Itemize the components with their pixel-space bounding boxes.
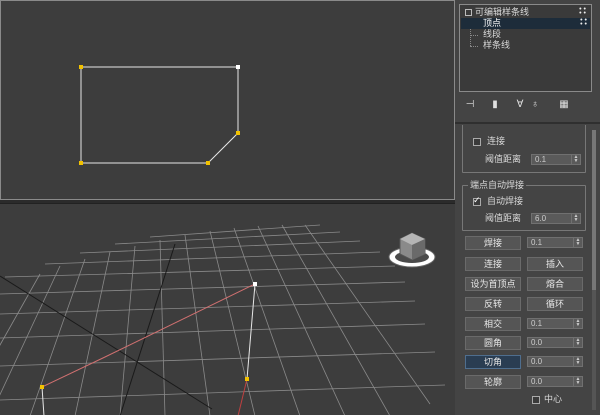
end-point-auto-weld-group: 端点自动焊接 自动焊接 阈值距离 6.0 ▲▼ bbox=[462, 180, 586, 231]
stack-subobject-spline[interactable]: 样条线 bbox=[461, 40, 590, 51]
vertex-handle-selected[interactable] bbox=[236, 65, 240, 69]
spinner-value: 0.0 bbox=[531, 338, 543, 347]
cross-insert-spinner[interactable]: 0.1 ▲ ▼ bbox=[527, 318, 583, 329]
spinner-arrows-icon[interactable]: ▲ ▼ bbox=[571, 214, 580, 223]
stack-subobject-vertex[interactable]: 顶点 • • • • bbox=[461, 17, 590, 29]
threshold-label: 阈值距离 bbox=[485, 213, 522, 223]
vertex-handle[interactable] bbox=[79, 161, 83, 165]
vertex-handle[interactable] bbox=[40, 385, 44, 389]
stack-item-label: 可编辑样条线 bbox=[475, 7, 530, 17]
fillet-spinner[interactable]: 0.0 ▲ ▼ bbox=[527, 337, 583, 348]
spinner-arrows-icon[interactable]: ▲ ▼ bbox=[573, 238, 582, 247]
auto-weld-checkbox[interactable] bbox=[473, 195, 481, 206]
stack-item-label: 顶点 bbox=[483, 18, 502, 28]
group-title: 端点自动焊接 bbox=[468, 180, 527, 190]
auto-weld-threshold-spinner[interactable]: 6.0 ▲ ▼ bbox=[531, 213, 581, 224]
remove-modifier-icon[interactable]: ♁ bbox=[529, 98, 541, 112]
top-viewport-canvas[interactable] bbox=[1, 1, 454, 199]
stack-item-label: 样条线 bbox=[483, 40, 511, 50]
configure-modifier-sets-icon[interactable]: ▦ bbox=[557, 98, 571, 112]
panel-divider bbox=[455, 122, 600, 124]
scrollbar-thumb[interactable] bbox=[592, 130, 596, 290]
cycle-button[interactable]: 循环 bbox=[527, 297, 583, 311]
stack-subobject-segment[interactable]: 线段 bbox=[461, 29, 590, 40]
stack-item-editable-spline[interactable]: 可编辑样条线 • • • • bbox=[462, 6, 589, 18]
home-grid bbox=[0, 224, 446, 415]
spinner-value: 0.0 bbox=[531, 377, 543, 386]
fuse-button[interactable]: 熔合 bbox=[527, 277, 583, 291]
chamfer-spinner[interactable]: 0.0 ▲ ▼ bbox=[527, 356, 583, 367]
vertex-handle-selected[interactable] bbox=[253, 282, 257, 286]
outline-button[interactable]: 轮廓 bbox=[465, 375, 521, 389]
spinner-arrows-icon[interactable]: ▲ ▼ bbox=[573, 377, 582, 386]
command-panel: 可编辑样条线 • • • • 顶点 • • • • 线段 样条线 ⊣ ▮ ∀ ♁ ▦ bbox=[455, 0, 600, 415]
spinner-value: 0.1 bbox=[535, 155, 547, 164]
show-end-result-icon[interactable]: ▮ bbox=[489, 98, 501, 112]
stack-item-label: 线段 bbox=[483, 29, 502, 39]
corner-dots-icon: • • • • bbox=[579, 6, 586, 17]
connect-threshold-spinner[interactable]: 0.1 ▲ ▼ bbox=[531, 154, 581, 165]
connect-checkbox-label: 连接 bbox=[487, 136, 506, 146]
spinner-value: 0.0 bbox=[531, 357, 543, 366]
spinner-arrows-icon[interactable]: ▲ ▼ bbox=[573, 319, 582, 328]
modifier-stack-list[interactable]: 可编辑样条线 • • • • 顶点 • • • • 线段 样条线 bbox=[459, 4, 592, 92]
vertex-handle[interactable] bbox=[236, 131, 240, 135]
auto-weld-checkbox-label: 自动焊接 bbox=[487, 196, 524, 206]
collapse-icon[interactable] bbox=[465, 9, 472, 16]
insert-button[interactable]: 插入 bbox=[527, 257, 583, 271]
spinner-value: 0.1 bbox=[531, 238, 543, 247]
connect-button[interactable]: 连接 bbox=[465, 257, 521, 271]
center-checkbox[interactable] bbox=[532, 396, 540, 404]
vertex-handle[interactable] bbox=[206, 161, 210, 165]
weld-button[interactable]: 焊接 bbox=[465, 236, 521, 250]
connect-copy-group: 连接 阈值距离 0.1 ▲ ▼ bbox=[462, 125, 586, 173]
make-first-button[interactable]: 设为首顶点 bbox=[465, 277, 521, 291]
vertex-handle[interactable] bbox=[79, 65, 83, 69]
outline-spinner[interactable]: 0.0 ▲ ▼ bbox=[527, 376, 583, 387]
modifier-stack-toolbar: ⊣ ▮ ∀ ♁ ▦ bbox=[461, 98, 593, 114]
spinner-arrows-icon[interactable]: ▲ ▼ bbox=[573, 338, 582, 347]
app-window: 可编辑样条线 • • • • 顶点 • • • • 线段 样条线 ⊣ ▮ ∀ ♁ ▦ bbox=[0, 0, 600, 415]
connect-checkbox[interactable] bbox=[473, 138, 481, 146]
spline-shape[interactable] bbox=[80, 66, 239, 164]
threshold-label: 阈值距离 bbox=[485, 154, 522, 164]
weld-threshold-spinner[interactable]: 0.1 ▲ ▼ bbox=[527, 237, 583, 248]
vertex-handle[interactable] bbox=[245, 377, 249, 381]
top-viewport[interactable] bbox=[0, 0, 455, 200]
cross-insert-button[interactable]: 相交 bbox=[465, 317, 521, 331]
reverse-button[interactable]: 反转 bbox=[465, 297, 521, 311]
fillet-button[interactable]: 圆角 bbox=[465, 336, 521, 350]
perspective-viewport-canvas[interactable] bbox=[0, 204, 455, 415]
spinner-value: 0.1 bbox=[531, 319, 543, 328]
center-checkbox-label: 中心 bbox=[544, 394, 563, 404]
spinner-arrows-icon[interactable]: ▲ ▼ bbox=[573, 357, 582, 366]
spinner-value: 6.0 bbox=[535, 214, 547, 223]
corner-dots-icon: • • • • bbox=[580, 17, 587, 28]
panel-scrollbar[interactable] bbox=[592, 130, 596, 410]
geometry-rollout: 连接 阈值距离 0.1 ▲▼ 端点自动焊接 自动焊接 阈值距离 6.0 ▲▼ 焊 bbox=[458, 125, 590, 415]
pin-stack-icon[interactable]: ⊣ bbox=[463, 98, 477, 112]
spinner-arrows-icon[interactable]: ▲ ▼ bbox=[571, 155, 580, 164]
make-unique-icon[interactable]: ∀ bbox=[513, 98, 527, 112]
perspective-viewport[interactable] bbox=[0, 203, 455, 415]
viewcube-icon[interactable] bbox=[388, 232, 436, 268]
chamfer-button[interactable]: 切角 bbox=[465, 355, 521, 369]
